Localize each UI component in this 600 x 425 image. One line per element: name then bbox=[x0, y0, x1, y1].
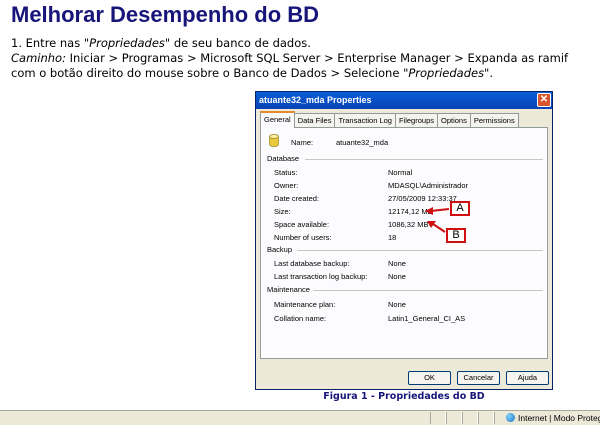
callout-a: A bbox=[450, 201, 470, 216]
security-zone[interactable]: Internet | Modo Proteg bbox=[506, 412, 600, 424]
globe-icon bbox=[506, 413, 515, 422]
figure-caption: Figura 1 - Propriedades do BD bbox=[323, 391, 485, 402]
arrow-a-line bbox=[430, 208, 450, 212]
browser-status-bar: Internet | Modo Proteg bbox=[0, 410, 600, 425]
status-segment bbox=[430, 412, 446, 424]
callout-arrows bbox=[425, 207, 450, 233]
status-segment bbox=[462, 412, 478, 424]
arrow-b-line bbox=[432, 223, 446, 233]
arrow-a-head bbox=[425, 207, 433, 215]
status-segment bbox=[446, 412, 462, 424]
status-segment bbox=[478, 412, 494, 424]
callout-b: B bbox=[446, 228, 466, 243]
zone-label: Internet | Modo Proteg bbox=[518, 413, 600, 423]
tab-general[interactable]: General bbox=[260, 111, 295, 128]
